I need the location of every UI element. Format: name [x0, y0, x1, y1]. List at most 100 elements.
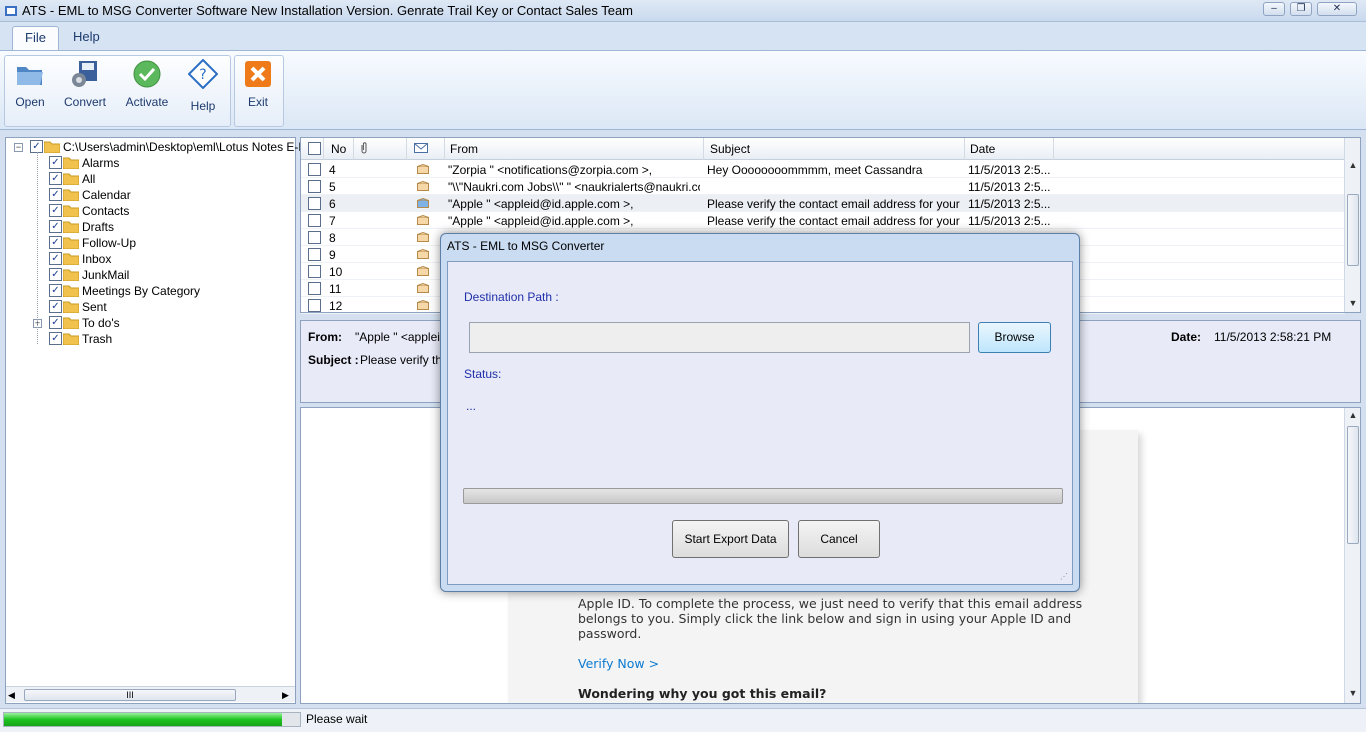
row-checkbox[interactable] — [308, 214, 321, 227]
maximize-button[interactable]: ❐ — [1290, 2, 1312, 16]
checkbox[interactable]: ✓ — [49, 332, 62, 345]
attachment-icon[interactable] — [359, 142, 369, 157]
row-checkbox[interactable] — [308, 248, 321, 261]
activate-button[interactable]: Activate — [120, 57, 174, 121]
convert-button[interactable]: Convert — [58, 57, 112, 121]
tree-item[interactable]: ✓ Inbox — [6, 251, 295, 267]
checkbox[interactable]: ✓ — [49, 236, 62, 249]
tree-horizontal-scrollbar[interactable]: ◀ III ▶ — [6, 686, 295, 702]
checkbox[interactable]: ✓ — [49, 252, 62, 265]
row-date: 11/5/2013 2:5... — [968, 180, 1051, 194]
tree-item[interactable]: ✓ Alarms — [6, 155, 295, 171]
tree-item[interactable]: ✓ Drafts — [6, 219, 295, 235]
row-checkbox[interactable] — [308, 299, 321, 312]
start-export-button[interactable]: Start Export Data — [672, 520, 789, 558]
tree-item[interactable]: + ✓ To do's — [6, 315, 295, 331]
checkbox[interactable]: ✓ — [49, 284, 62, 297]
checkbox[interactable]: ✓ — [49, 316, 62, 329]
window-title: ATS - EML to MSG Converter Software New … — [22, 3, 634, 18]
checkbox[interactable]: ✓ — [49, 300, 62, 313]
tab-help[interactable]: Help — [61, 26, 112, 50]
verify-now-link[interactable]: Verify Now > — [578, 656, 659, 671]
table-row[interactable]: 4 "Zorpia " <notifications@zorpia.com >, H… — [301, 161, 1345, 178]
tree-item-label: Calendar — [82, 188, 131, 202]
checkbox[interactable]: ✓ — [49, 172, 62, 185]
row-subject: Please verify the contact email address … — [707, 214, 962, 228]
tree-item[interactable]: ✓ Sent — [6, 299, 295, 315]
row-checkbox[interactable] — [308, 231, 321, 244]
body-vertical-scrollbar[interactable]: ▲ ▼ — [1344, 408, 1360, 703]
scroll-down-icon[interactable]: ▼ — [1345, 688, 1360, 702]
table-row[interactable]: 6 "Apple " <appleid@id.apple.com >, Please… — [301, 195, 1345, 212]
status-text: Please wait — [306, 712, 368, 726]
folder-icon — [63, 285, 79, 297]
checkbox[interactable]: ✓ — [49, 268, 62, 281]
row-checkbox[interactable] — [308, 163, 321, 176]
checkbox[interactable]: ✓ — [49, 156, 62, 169]
row-subject: Please verify the contact email address … — [707, 197, 962, 211]
exit-button[interactable]: Exit — [231, 57, 285, 121]
title-bar: ATS - EML to MSG Converter Software New … — [0, 0, 1366, 22]
collapse-icon[interactable]: − — [14, 143, 23, 152]
tree-item-label: JunkMail — [82, 268, 130, 282]
table-row[interactable]: 5 "\\"Naukri.com Jobs\\" " <naukrialerts@… — [301, 178, 1345, 195]
col-date[interactable]: Date — [970, 142, 995, 156]
folder-icon — [63, 173, 79, 185]
status-progress-bar — [3, 712, 301, 727]
table-row[interactable]: 7 "Apple " <appleid@id.apple.com >, Please… — [301, 212, 1345, 229]
minimize-button[interactable]: – — [1263, 2, 1285, 16]
envelope-header-icon[interactable] — [414, 142, 428, 156]
tree-item[interactable]: ✓ Follow-Up — [6, 235, 295, 251]
activate-label: Activate — [125, 95, 169, 109]
row-no: 5 — [329, 180, 336, 194]
tree-item[interactable]: ✓ All — [6, 171, 295, 187]
tree-item[interactable]: ✓ Contacts — [6, 203, 295, 219]
browse-button[interactable]: Browse — [978, 322, 1051, 353]
checkmark-icon — [133, 60, 161, 88]
scroll-up-icon[interactable]: ▲ — [1345, 410, 1360, 424]
resize-grip-icon[interactable]: ⋰ — [1060, 572, 1070, 582]
col-from[interactable]: From — [450, 142, 478, 156]
checkbox[interactable]: ✓ — [49, 188, 62, 201]
scroll-up-icon[interactable]: ▲ — [1345, 160, 1361, 174]
subject-label: Subject : — [308, 353, 359, 367]
open-button[interactable]: Open — [3, 57, 57, 121]
scroll-down-icon[interactable]: ▼ — [1345, 298, 1361, 312]
help-button[interactable]: ? Help — [176, 57, 230, 121]
tree-item[interactable]: ✓ Meetings By Category — [6, 283, 295, 299]
checkbox[interactable]: ✓ — [49, 204, 62, 217]
col-subject[interactable]: Subject — [710, 142, 750, 156]
tree-item[interactable]: ✓ JunkMail — [6, 267, 295, 283]
scroll-right-icon[interactable]: ▶ — [282, 690, 289, 701]
row-checkbox[interactable] — [308, 282, 321, 295]
envelope-icon — [417, 164, 429, 174]
select-all-checkbox[interactable] — [308, 142, 321, 155]
close-button[interactable]: ✕ — [1317, 2, 1357, 16]
tree-item-label: Alarms — [82, 156, 120, 170]
cancel-button[interactable]: Cancel — [798, 520, 880, 558]
row-from: "Apple " <appleid@id.apple.com >, — [448, 197, 634, 211]
row-checkbox[interactable] — [308, 197, 321, 210]
scroll-thumb[interactable]: III — [24, 689, 236, 701]
grid-vertical-scrollbar[interactable]: ▲ ▼ — [1344, 138, 1360, 312]
checkbox[interactable]: ✓ — [49, 220, 62, 233]
dialog-title: ATS - EML to MSG Converter — [447, 239, 605, 253]
col-no[interactable]: No — [331, 142, 346, 156]
folder-icon — [63, 237, 79, 249]
row-checkbox[interactable] — [308, 180, 321, 193]
row-from: "Apple " <appleid@id.apple.com >, — [448, 214, 634, 228]
status-bar: Please wait — [0, 708, 1366, 732]
app-icon — [5, 6, 17, 16]
ribbon-tabs: File Help — [0, 22, 1366, 50]
tree-item[interactable]: ✓ Trash — [6, 331, 295, 347]
tree-item[interactable]: ✓ Calendar — [6, 187, 295, 203]
tab-file[interactable]: File — [12, 26, 59, 50]
scroll-thumb[interactable] — [1347, 426, 1359, 544]
destination-path-input[interactable] — [469, 322, 970, 353]
envelope-icon — [417, 266, 429, 276]
row-checkbox[interactable] — [308, 265, 321, 278]
tree-item-label: Contacts — [82, 204, 130, 218]
scroll-left-icon[interactable]: ◀ — [8, 690, 15, 701]
scroll-thumb[interactable] — [1347, 194, 1359, 266]
tree-root[interactable]: − ✓ C:\Users\admin\Desktop\eml\Lotus Not… — [6, 139, 318, 155]
